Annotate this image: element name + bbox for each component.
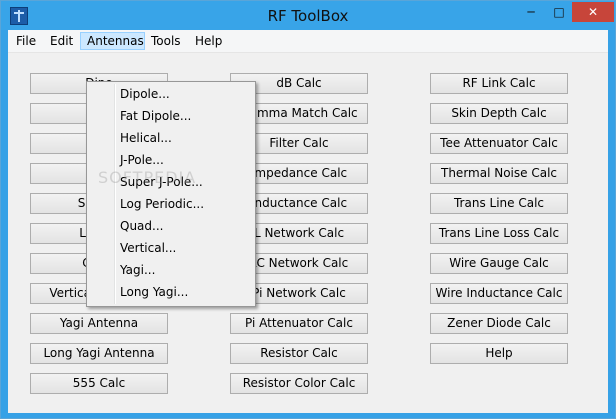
menu-gutter-divider: [114, 84, 116, 304]
menu-item-yagi[interactable]: Yagi...: [120, 260, 155, 280]
menu-item-long-yagi[interactable]: Long Yagi...: [120, 282, 188, 302]
minimize-button[interactable]: ─: [518, 2, 544, 22]
menu-tools[interactable]: Tools: [145, 32, 187, 50]
yagi-antenna-button[interactable]: Yagi Antenna: [30, 313, 168, 334]
wire-inductance-calc-button[interactable]: Wire Inductance Calc: [430, 283, 568, 304]
resistor-color-calc-button[interactable]: Resistor Color Calc: [230, 373, 368, 394]
menu-help[interactable]: Help: [189, 32, 228, 50]
pi-attenuator-calc-button[interactable]: Pi Attenuator Calc: [230, 313, 368, 334]
maximize-button[interactable]: □: [546, 2, 572, 22]
resistor-calc-button[interactable]: Resistor Calc: [230, 343, 368, 364]
antennas-dropdown-menu: Dipole... Fat Dipole... Helical... J-Pol…: [86, 81, 256, 307]
trans-line-loss-calc-button[interactable]: Trans Line Loss Calc: [430, 223, 568, 244]
menu-bar: File Edit Antennas Tools Help: [8, 30, 608, 53]
menu-item-dipole[interactable]: Dipole...: [120, 84, 170, 104]
menu-antennas[interactable]: Antennas: [80, 32, 145, 50]
app-window: RF ToolBox ─ □ ✕ File Edit Antennas Tool…: [0, 0, 616, 419]
menu-item-fat-dipole[interactable]: Fat Dipole...: [120, 106, 191, 126]
555-calc-button[interactable]: 555 Calc: [30, 373, 168, 394]
trans-line-calc-button[interactable]: Trans Line Calc: [430, 193, 568, 214]
rf-link-calc-button[interactable]: RF Link Calc: [430, 73, 568, 94]
menu-item-helical[interactable]: Helical...: [120, 128, 172, 148]
menu-edit[interactable]: Edit: [44, 32, 79, 50]
close-button[interactable]: ✕: [572, 2, 614, 22]
menu-file[interactable]: File: [10, 32, 42, 50]
long-yagi-antenna-button[interactable]: Long Yagi Antenna: [30, 343, 168, 364]
zener-diode-calc-button[interactable]: Zener Diode Calc: [430, 313, 568, 334]
title-bar[interactable]: RF ToolBox ─ □ ✕: [1, 1, 615, 30]
skin-depth-calc-button[interactable]: Skin Depth Calc: [430, 103, 568, 124]
menu-item-quad[interactable]: Quad...: [120, 216, 163, 236]
help-button[interactable]: Help: [430, 343, 568, 364]
thermal-noise-calc-button[interactable]: Thermal Noise Calc: [430, 163, 568, 184]
softpedia-watermark: SOFTPEDIA: [98, 168, 197, 187]
menu-item-vertical[interactable]: Vertical...: [120, 238, 176, 258]
menu-item-log-periodic[interactable]: Log Periodic...: [120, 194, 204, 214]
wire-gauge-calc-button[interactable]: Wire Gauge Calc: [430, 253, 568, 274]
client-area: File Edit Antennas Tools Help Dipo F Hel…: [8, 30, 608, 413]
menu-item-j-pole[interactable]: J-Pole...: [120, 150, 164, 170]
tee-attenuator-calc-button[interactable]: Tee Attenuator Calc: [430, 133, 568, 154]
